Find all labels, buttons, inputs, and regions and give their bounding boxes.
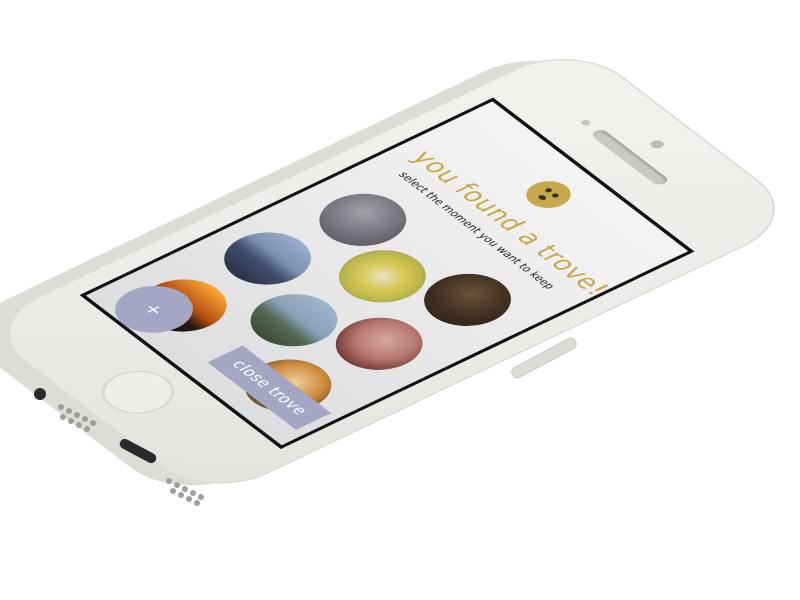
speaker-grille-dot (66, 408, 72, 414)
speaker-grille-dot (84, 426, 90, 432)
trove-eye-left (543, 187, 554, 194)
speaker-grille-dot (186, 496, 192, 502)
page-title: you found a trove! (404, 146, 617, 300)
speaker-grille-dot (58, 404, 64, 410)
speaker-grille-dot (178, 492, 184, 498)
speaker-grille-dot (82, 416, 88, 422)
speaker-grille-dot (60, 414, 66, 420)
speaker-grille-dot (182, 486, 188, 492)
speaker-grille-dot (174, 482, 180, 488)
headphone-jack (34, 388, 46, 400)
trove-mouth (536, 194, 548, 201)
trove-face-icon (517, 175, 580, 214)
speaker-grille-dot (90, 420, 96, 426)
trove-eye-right (550, 192, 561, 199)
moment-photo-4[interactable] (206, 221, 329, 296)
speaker-grille-dot (190, 490, 196, 496)
moment-photo-1[interactable] (301, 183, 424, 257)
speaker-grille-dot (68, 418, 74, 424)
phone-mockup: you found a trove! select the moment you… (0, 40, 800, 505)
speaker-grille-dot (166, 478, 172, 484)
speaker-grille-dot (198, 494, 204, 500)
speaker-grille-dot (74, 412, 80, 418)
speaker-grille-dot (170, 488, 176, 494)
speaker-grille-dot (76, 422, 82, 428)
speaker-grille-dot (194, 500, 200, 506)
